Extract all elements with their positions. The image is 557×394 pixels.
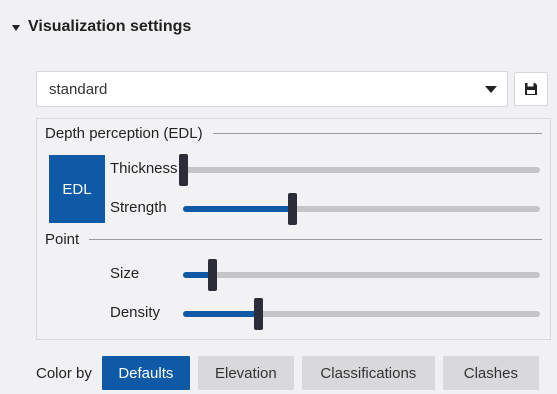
section-title-point: Point [45,231,80,248]
visualization-settings-box: Depth perception (EDL) EDL Thickness Str… [36,118,551,340]
size-slider-thumb[interactable] [207,259,217,291]
section-title-edl: Depth perception (EDL) [45,125,203,142]
preset-row: standard [36,70,548,108]
color-by-classifications-button[interactable]: Classifications [301,356,435,390]
panel-title: Visualization settings [28,18,192,35]
section-point: Point [45,231,542,248]
strength-slider-thumb[interactable] [287,193,297,225]
section-divider [89,239,542,240]
strength-slider-row: Strength [37,193,550,225]
density-slider-row: Density [37,298,550,330]
density-slider-fill [183,311,258,317]
collapse-caret-icon[interactable] [12,25,20,31]
save-preset-button[interactable] [514,72,548,106]
strength-slider[interactable] [183,193,540,225]
section-depth-perception: Depth perception (EDL) [45,125,542,142]
color-by-clashes-button[interactable]: Clashes [442,356,539,390]
density-slider[interactable] [183,298,540,330]
color-by-label: Color by [36,364,92,382]
chevron-down-icon[interactable] [485,85,497,93]
size-slider-row: Size [37,259,550,291]
thickness-label: Thickness [110,160,178,177]
section-divider [212,133,542,134]
strength-label: Strength [110,199,167,216]
thickness-slider[interactable] [179,154,540,186]
color-by-defaults-button[interactable]: Defaults [101,356,190,390]
size-label: Size [110,265,140,282]
preset-select[interactable]: standard [36,71,508,107]
strength-slider-fill [183,206,292,212]
color-by-elevation-button[interactable]: Elevation [197,356,294,390]
save-icon [525,83,537,95]
preset-selected-value: standard [49,80,108,98]
density-label: Density [110,304,161,321]
thickness-slider-thumb[interactable] [179,154,188,186]
size-slider[interactable] [183,259,540,291]
visualization-settings-header[interactable]: Visualization settings [12,18,191,36]
density-slider-thumb[interactable] [253,298,263,330]
thickness-slider-row: Thickness [37,154,550,186]
color-by-row: Color by Defaults Elevation Classificati… [36,356,539,390]
